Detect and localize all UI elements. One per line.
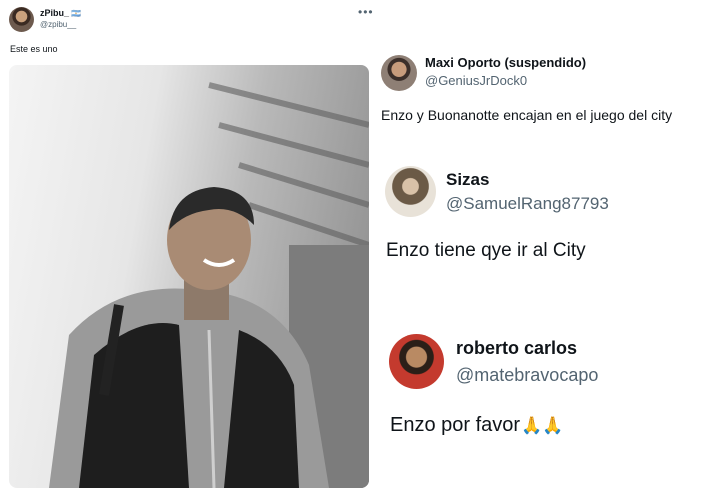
flag-emoji: 🇦🇷 — [71, 9, 81, 18]
author-avatar[interactable] — [9, 7, 34, 32]
user-name[interactable]: Maxi Oporto (suspendido) — [425, 55, 586, 70]
user-avatar[interactable] — [385, 166, 436, 217]
player-photo-illustration — [49, 82, 369, 488]
reply-text: Enzo por favor🙏🙏 — [390, 414, 563, 437]
user-handle[interactable]: @GeniusJrDock0 — [425, 73, 527, 88]
author-handle[interactable]: @zpibu__ — [40, 20, 76, 29]
user-name[interactable]: Sizas — [446, 170, 489, 190]
reply-text-content: Enzo por favor — [390, 414, 521, 436]
user-name[interactable]: roberto carlos — [456, 338, 577, 359]
user-handle[interactable]: @matebravocapo — [456, 365, 598, 386]
tweet-photo[interactable] — [9, 65, 369, 488]
more-horizontal-icon[interactable]: ••• — [358, 5, 374, 19]
praying-hands-emoji: 🙏🙏 — [521, 416, 564, 435]
tweet-text: Este es uno — [10, 44, 58, 54]
reply-text: Enzo y Buonanotte encajan en el juego de… — [381, 107, 673, 123]
user-avatar[interactable] — [389, 334, 444, 389]
author-name[interactable]: zPibu_ 🇦🇷 — [40, 8, 81, 18]
user-handle[interactable]: @SamuelRang87793 — [446, 194, 609, 214]
user-avatar[interactable] — [381, 55, 417, 91]
author-name-text: zPibu_ — [40, 8, 70, 18]
reply-text: Enzo tiene qye ir al City — [386, 240, 586, 261]
